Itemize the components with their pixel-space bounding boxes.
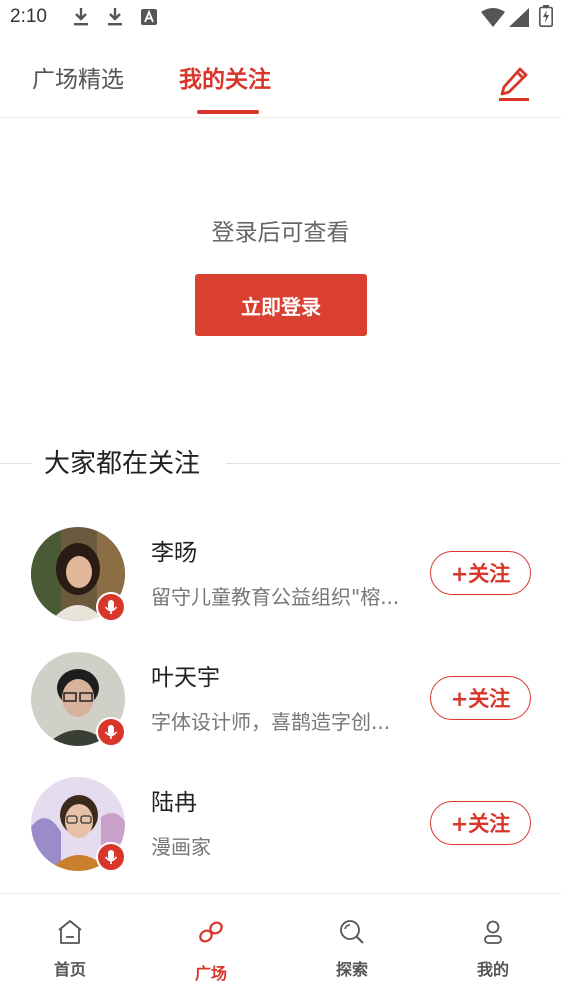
tab-active-indicator [197,110,259,114]
download-icon [74,8,88,26]
divider [0,463,32,464]
nav-label-mine: 我的 [476,960,509,979]
nav-label-explore: 探索 [335,960,368,979]
nav-item-mine[interactable]: 我的 [423,894,561,999]
follow-button[interactable]: +关注 [430,801,531,845]
font-app-icon [141,9,157,25]
recommended-user-item[interactable]: 陆冉 漫画家 +关注 [0,777,561,897]
nav-item-plaza[interactable]: 广场 [141,894,281,999]
login-now-button[interactable]: 立即登录 [195,274,367,336]
top-tab-bar: 广场精选 我的关注 [0,36,561,118]
battery-charging-icon [539,5,553,27]
follow-button[interactable]: +关注 [430,551,531,595]
status-bar: 2:10 [0,0,561,36]
user-name: 李旸 [151,540,197,566]
home-icon [58,920,82,944]
user-description: 留守儿童教育公益组织"榕... [151,585,400,609]
edit-pencil-icon [499,67,529,101]
microphone-icon [104,725,118,739]
bottom-nav: 首页 广场 探索 我的 [0,893,561,999]
microphone-icon [104,600,118,614]
divider [226,463,561,464]
follow-button[interactable]: +关注 [430,676,531,720]
voice-badge [96,717,126,747]
login-hint: 登录后可查看 [211,220,350,246]
nav-label-plaza: 广场 [194,964,227,983]
nav-label-home: 首页 [53,960,86,979]
status-time: 2:10 [10,6,47,27]
nav-item-home[interactable]: 首页 [0,894,140,999]
link-icon [199,921,223,943]
tab-my-following[interactable]: 我的关注 [179,64,271,96]
nav-item-explore[interactable]: 探索 [282,894,422,999]
wifi-icon [481,8,505,27]
profile-icon [484,920,502,944]
search-icon [340,920,364,944]
voice-badge [96,842,126,872]
voice-badge [96,592,126,622]
tab-plaza-featured[interactable]: 广场精选 [32,64,124,96]
section-title: 大家都在关注 [44,449,201,479]
recommended-user-item[interactable]: 李旸 留守儿童教育公益组织"榕... +关注 [0,527,561,647]
user-description: 字体设计师，喜鹊造字创... [151,710,391,734]
download-icon [108,8,122,26]
user-name: 叶天宇 [151,665,220,691]
recommended-user-item[interactable]: 叶天宇 字体设计师，喜鹊造字创... +关注 [0,652,561,772]
edit-button[interactable] [496,64,532,104]
user-name: 陆冉 [151,790,197,816]
user-description: 漫画家 [151,835,211,859]
microphone-icon [104,850,118,864]
signal-icon [509,8,529,27]
